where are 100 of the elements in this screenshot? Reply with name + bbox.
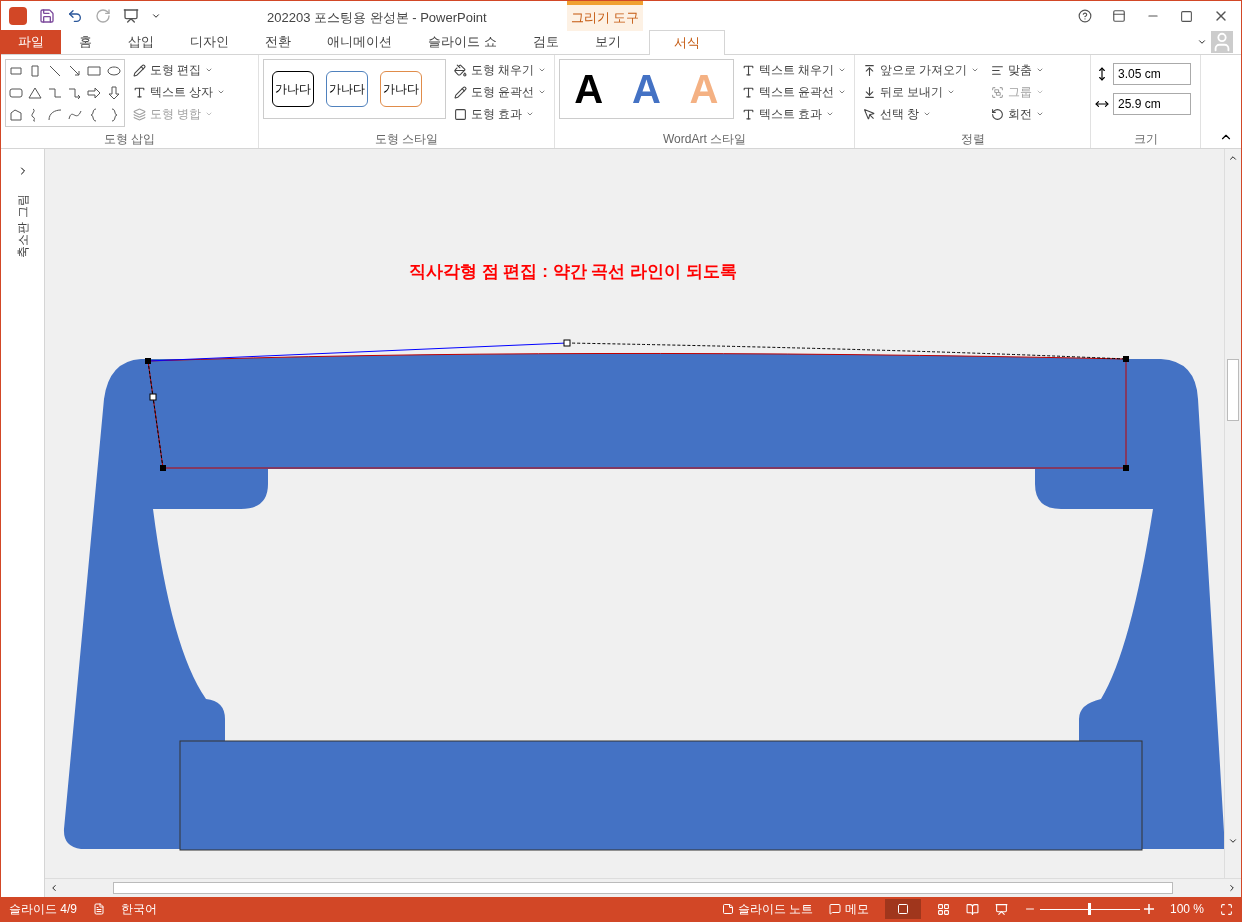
scrollbar-thumb[interactable] [1227, 359, 1239, 421]
fill-bucket-icon [453, 63, 467, 77]
caret-icon [838, 88, 846, 96]
ribbon-command[interactable]: 텍스트 채우기 [737, 59, 850, 81]
notes-button[interactable]: 슬라이드 노트 [721, 900, 813, 918]
ribbon-command[interactable]: 텍스트 상자 [129, 81, 230, 103]
ribbon-command[interactable]: 텍스트 효과 [737, 103, 850, 125]
slide-heading: 직사각형 점 편집 : 약간 곡선 라인이 되도록 [409, 261, 737, 283]
zoom-level[interactable]: 100 % [1169, 900, 1204, 918]
send-backward-icon [863, 85, 876, 99]
caret-icon [538, 66, 546, 74]
ribbon-command[interactable]: 도형 채우기 [449, 59, 550, 81]
zoom-thumb[interactable] [1088, 903, 1092, 915]
bring-forward-icon [863, 63, 876, 77]
ribbon-tab[interactable]: 애니메이션 [309, 30, 410, 54]
horizontal-scrollbar[interactable] [45, 878, 1241, 897]
ribbon-tab[interactable]: 보기 [576, 30, 639, 54]
spelling-icon [93, 903, 105, 915]
ribbon-command[interactable]: 도형 효과 [449, 103, 550, 125]
zoom-slider[interactable] [1039, 903, 1140, 915]
height-field[interactable]: 3.05 cm [1113, 63, 1191, 85]
maximize-icon[interactable] [1180, 9, 1193, 23]
redo-icon[interactable] [95, 8, 111, 24]
caret-icon [838, 66, 846, 74]
style-sample: 가나다 [326, 71, 368, 107]
shape-icon[interactable] [66, 85, 83, 101]
help-icon[interactable] [1078, 9, 1092, 23]
ribbon-command[interactable]: 도형 윤곽선 [449, 81, 550, 103]
wordart-sample: A [689, 66, 719, 113]
save-icon[interactable] [39, 8, 55, 24]
zoom-in-icon[interactable] [1143, 904, 1154, 914]
caret-icon [526, 110, 534, 118]
group-label: WordArt 스타일 [661, 131, 748, 148]
caret-icon [971, 66, 980, 74]
ribbon-tab[interactable]: 슬라이드 쇼 [410, 30, 515, 54]
group-label: 크기 [1132, 131, 1159, 148]
ribbon-tab[interactable]: 서식 [648, 30, 725, 55]
caret-icon [826, 110, 834, 118]
shape-icon[interactable] [106, 63, 123, 79]
ribbon-tab[interactable]: 파일 [1, 30, 61, 54]
reading-view-icon[interactable] [965, 902, 979, 916]
normal-view-button[interactable] [884, 899, 921, 919]
slide-number[interactable]: 슬라이드 4/9 [9, 900, 77, 918]
slideshow-view-icon[interactable] [994, 902, 1008, 916]
selection-pane-icon [863, 107, 876, 121]
scroll-up-icon [1228, 153, 1238, 163]
group-icon [991, 85, 1005, 99]
caret-icon [205, 66, 214, 74]
undo-icon[interactable] [67, 8, 83, 24]
scroll-down-icon [1228, 836, 1238, 846]
ribbon-display-icon[interactable] [1112, 9, 1126, 23]
text-effects-icon [741, 107, 755, 121]
ribbon-tab[interactable]: 디자인 [172, 30, 247, 54]
ribbon-command[interactable]: 회전 [987, 103, 1049, 125]
comments-button[interactable]: 메모 [828, 900, 869, 918]
vertical-scrollbar[interactable] [1224, 149, 1241, 878]
slideshow-icon[interactable] [123, 8, 139, 24]
ribbon-tab[interactable]: 검토 [514, 30, 577, 54]
customize-icon[interactable] [151, 11, 161, 21]
shape-icon[interactable] [7, 85, 24, 101]
caret-icon [217, 88, 226, 96]
width-field[interactable]: 25.9 cm [1113, 93, 1191, 115]
shape-style-gallery[interactable]: 가나다 가나다 가나다 [263, 59, 446, 119]
align-icon [991, 63, 1005, 77]
style-sample: 가나다 [380, 71, 422, 107]
slide-sorter-icon[interactable] [936, 902, 950, 916]
ribbon-command[interactable]: 텍스트 윤곽선 [737, 81, 850, 103]
ribbon-command[interactable]: 선택 창 [859, 103, 984, 125]
comment-icon [828, 903, 841, 915]
pencil-icon [453, 85, 467, 99]
account-dropdown-icon[interactable] [1197, 37, 1207, 47]
caret-icon [205, 110, 214, 118]
ribbon-tab[interactable]: 삽입 [110, 30, 172, 54]
shape-gallery[interactable] [5, 59, 125, 127]
edit-shape-icon [133, 63, 146, 77]
caret-icon [947, 88, 956, 96]
caret-icon [923, 110, 932, 118]
language-label[interactable]: 한국어 [121, 900, 157, 918]
ribbon-tab[interactable]: 전환 [247, 30, 309, 54]
shape-icon[interactable] [47, 107, 64, 123]
ribbon-command[interactable]: 맞춤 [987, 59, 1049, 81]
shape-icon[interactable] [86, 85, 103, 101]
text-fill-icon [741, 63, 755, 77]
text-outline-icon [741, 85, 755, 99]
group-label: 정렬 [959, 131, 986, 148]
wordart-gallery[interactable]: A A A [559, 59, 734, 119]
ribbon-tab[interactable]: 홈 [61, 30, 110, 54]
shape-icon[interactable] [27, 85, 44, 101]
wordart-sample: A [631, 66, 661, 113]
style-sample: 가나다 [272, 71, 314, 107]
caret-icon [1036, 88, 1045, 96]
ribbon-command[interactable]: 뒤로 보내기 [859, 81, 984, 103]
wordart-sample: A [574, 66, 604, 113]
caret-icon [1036, 66, 1045, 74]
ribbon-command[interactable]: 도형 편집 [129, 59, 230, 81]
scrollbar-thumb[interactable] [113, 882, 1173, 894]
shape-icon[interactable] [7, 107, 24, 123]
fit-slide-icon[interactable] [1220, 902, 1233, 916]
ribbon-command[interactable]: 앞으로 가져오기 [859, 59, 984, 81]
thumbnails-label: 축소판 그림 [14, 194, 31, 258]
